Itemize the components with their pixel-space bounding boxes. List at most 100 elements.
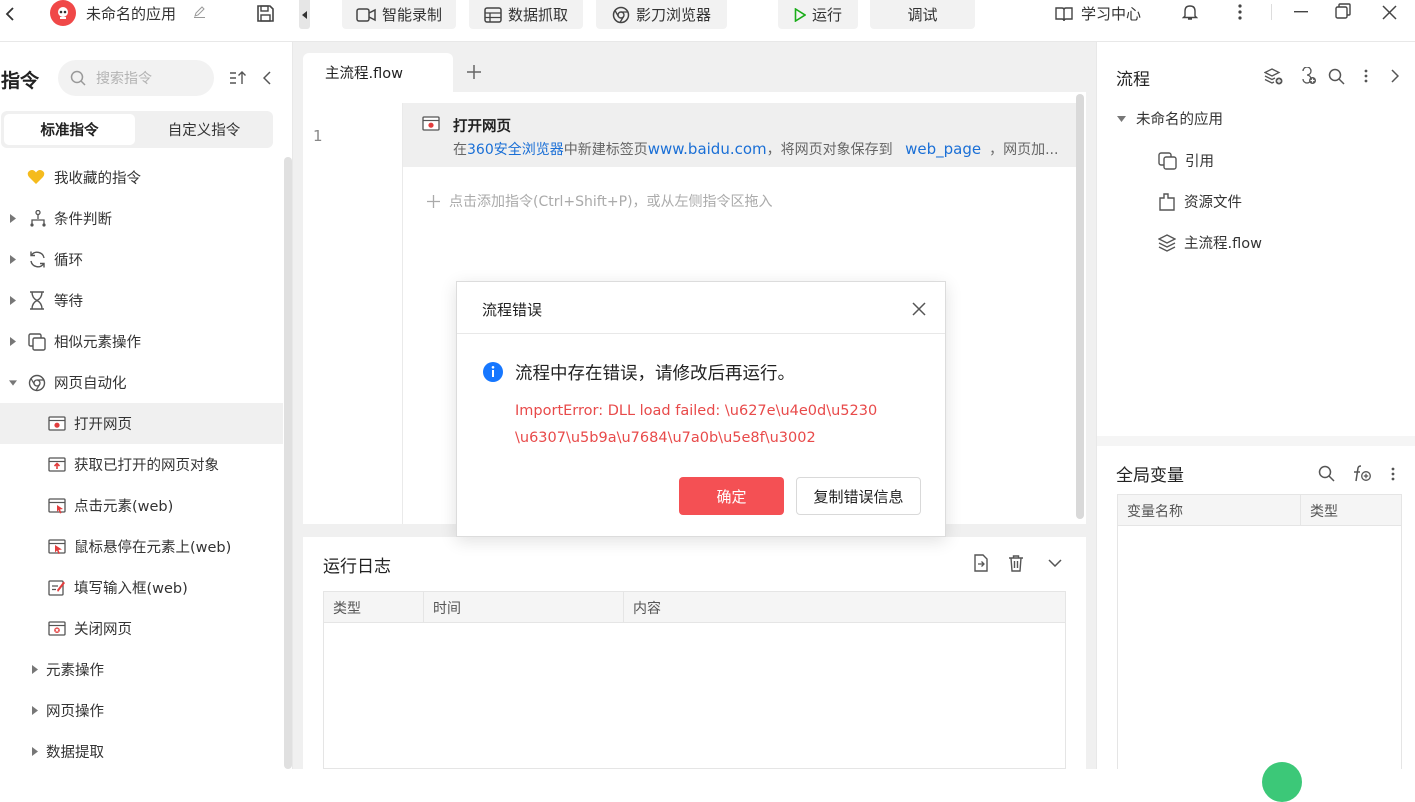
left-scrollbar[interactable] [284, 157, 292, 769]
copy-elements-icon [28, 333, 46, 351]
tree-item-get-webpage[interactable]: 获取已打开的网页对象 [0, 444, 283, 485]
trash-icon[interactable] [1007, 554, 1025, 572]
tab-custom-instructions[interactable]: 自定义指令 [138, 114, 270, 145]
line-number: 1 [313, 127, 323, 145]
collapse-left-handle[interactable] [299, 0, 310, 29]
back-icon[interactable] [2, 6, 18, 22]
chevron-right-icon[interactable] [1388, 68, 1402, 84]
tree-item-web-automation[interactable]: 网页自动化 [0, 362, 283, 403]
panel-divider[interactable] [293, 42, 303, 769]
flow-tree-root[interactable]: 未命名的应用 [1117, 108, 1223, 129]
add-instruction-hint[interactable]: 点击添加指令(Ctrl+Shift+P)，或从左侧指令区拖入 [427, 191, 773, 211]
add-variable-icon[interactable] [1349, 464, 1371, 482]
tree-item-condition[interactable]: 条件判断 [0, 198, 283, 239]
editor-scrollbar[interactable] [1076, 94, 1084, 519]
info-icon [483, 362, 503, 382]
learning-center-label: 学习中心 [1081, 5, 1142, 23]
run-button[interactable]: 运行 [778, 0, 858, 29]
log-col-content: 内容 [633, 600, 661, 617]
learning-center-link[interactable]: 学习中心 [1055, 3, 1141, 24]
tree-item-open-webpage[interactable]: 打开网页 [0, 403, 283, 444]
flow-tree-item-resources[interactable]: 资源文件 [1158, 191, 1242, 212]
search-icon[interactable] [1327, 67, 1345, 85]
step-desc-tail: ，网页加... [989, 142, 1059, 158]
titlebar-separator [1271, 4, 1272, 20]
edit-icon[interactable] [191, 3, 207, 19]
close-icon[interactable] [911, 301, 927, 317]
tree-item-wait[interactable]: 等待 [0, 280, 283, 321]
tree-item-webpage-ops[interactable]: 网页操作 [0, 690, 283, 731]
more-vertical-icon[interactable] [1386, 465, 1400, 483]
flow-tree-item-main-flow[interactable]: 主流程.flow [1158, 232, 1262, 253]
loop-icon [28, 250, 47, 269]
add-hint-text: 点击添加指令(Ctrl+Shift+P)，或从左侧指令区拖入 [449, 194, 773, 210]
tree-item-favorites[interactable]: 我收藏的指令 [0, 157, 283, 198]
right-panel: 流程 未命名的应用 引用 资源文件 主流程.flow 全局变量 变量名称 类型 [1096, 42, 1415, 802]
close-window-icon[interactable] [1380, 3, 1398, 21]
add-flow-icon[interactable] [1263, 66, 1283, 86]
tree-item-element-ops[interactable]: 元素操作 [0, 649, 283, 690]
tree-item-data-extract[interactable]: 数据提取 [0, 731, 283, 772]
tree-item-click-element[interactable]: 点击元素(web) [0, 485, 283, 526]
bell-icon[interactable] [1181, 3, 1199, 21]
data-scrape-label: 数据抓取 [507, 6, 568, 24]
caret-right-icon [9, 295, 17, 305]
error-detail-line2: \u6307\u5b9a\u7684\u7a0b\u5e8f\u3002 [515, 430, 816, 446]
save-icon[interactable] [254, 2, 276, 24]
flow-tree-item-label: 主流程.flow [1184, 236, 1262, 252]
floating-assistant-button[interactable] [1262, 762, 1302, 802]
flow-tree-item-reference[interactable]: 引用 [1158, 150, 1214, 171]
collapse-panel-icon[interactable] [260, 69, 274, 87]
search-icon[interactable] [1317, 464, 1335, 482]
minimize-icon[interactable] [1292, 3, 1310, 21]
more-vertical-icon[interactable] [1359, 67, 1373, 85]
app-name[interactable]: 未命名的应用 [86, 3, 176, 24]
tab-standard-label: 标准指令 [40, 123, 99, 139]
chevron-down-icon[interactable] [1047, 555, 1063, 571]
plus-icon [427, 194, 440, 208]
tree-item-label: 获取已打开的网页对象 [74, 458, 219, 474]
get-webpage-icon [48, 457, 66, 472]
tree-item-label: 数据提取 [46, 745, 104, 761]
yingdao-browser-button[interactable]: 影刀浏览器 [596, 0, 727, 29]
step-title: 打开网页 [453, 119, 511, 135]
run-log-panel: 运行日志 类型 时间 内容 [303, 537, 1086, 769]
data-scrape-button[interactable]: 数据抓取 [469, 0, 583, 29]
add-tab-icon[interactable] [466, 64, 482, 80]
caret-right-icon [9, 254, 17, 264]
right-panel-divider [1097, 436, 1415, 446]
debug-button[interactable]: 调试 [870, 0, 975, 29]
open-webpage-icon [48, 416, 66, 431]
step-desc-variable[interactable]: web_page [905, 140, 981, 158]
sort-icon[interactable] [229, 69, 247, 87]
tab-standard-instructions[interactable]: 标准指令 [4, 114, 135, 145]
instruction-search-box[interactable]: 搜索指令 [58, 60, 214, 96]
restore-icon[interactable] [1334, 2, 1352, 20]
tree-item-label: 填写输入框(web) [74, 581, 188, 597]
global-variables-table: 变量名称 类型 [1117, 494, 1402, 769]
resource-file-icon [1158, 192, 1176, 211]
step-description: 在360安全浏览器中新建标签页www.baidu.com，将网页对象保存到 we… [453, 139, 1073, 159]
export-log-icon[interactable] [972, 554, 990, 572]
copy-error-button[interactable]: 复制错误信息 [796, 477, 921, 515]
tree-item-similar-elements[interactable]: 相似元素操作 [0, 321, 283, 362]
table-grid-icon [484, 6, 502, 23]
smart-record-button[interactable]: 智能录制 [342, 0, 456, 29]
more-vertical-icon[interactable] [1231, 3, 1249, 21]
global-variables-title: 全局变量 [1116, 466, 1184, 486]
add-module-icon[interactable] [1297, 66, 1317, 86]
tree-item-hover-element[interactable]: 鼠标悬停在元素上(web) [0, 526, 283, 567]
tree-item-close-webpage[interactable]: 关闭网页 [0, 608, 283, 649]
tab-custom-label: 自定义指令 [167, 123, 241, 139]
tree-item-fill-input[interactable]: 填写输入框(web) [0, 567, 283, 608]
log-table-header: 类型 时间 内容 [324, 592, 1065, 623]
confirm-button[interactable]: 确定 [679, 477, 784, 515]
tree-item-loop[interactable]: 循环 [0, 239, 283, 280]
click-element-icon [48, 498, 66, 514]
step-desc-browser: 360安全浏览器 [467, 142, 564, 158]
play-icon [794, 7, 806, 22]
tree-item-label: 条件判断 [54, 212, 112, 228]
step-desc-mid: 中新建标签页 [563, 142, 648, 158]
flow-step-open-webpage[interactable]: 打开网页 在360安全浏览器中新建标签页www.baidu.com，将网页对象保… [403, 103, 1076, 167]
tab-main-flow[interactable]: 主流程.flow [303, 53, 453, 92]
